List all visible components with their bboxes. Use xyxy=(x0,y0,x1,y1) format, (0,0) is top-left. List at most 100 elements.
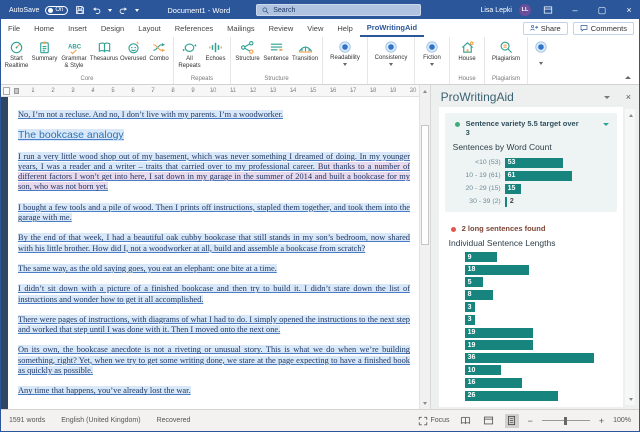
tab-insert[interactable]: Insert xyxy=(61,19,94,37)
quick-access-dropdown-icon[interactable] xyxy=(135,9,139,12)
panel-dropdown-icon[interactable] xyxy=(604,96,610,99)
zoom-in-button[interactable]: + xyxy=(599,416,604,426)
autosave-toggle[interactable]: On xyxy=(45,6,68,15)
grammar-style-button[interactable]: ABC Grammar & Style xyxy=(59,38,89,75)
tab-view[interactable]: View xyxy=(300,19,330,37)
sentence-length-bar-row[interactable]: 36 xyxy=(465,353,613,363)
tab-design[interactable]: Design xyxy=(94,19,131,37)
sentence-length-bar-row[interactable]: 19 xyxy=(465,340,613,350)
tab-selector-icon[interactable] xyxy=(3,87,10,95)
ruler[interactable]: 1234567891011121314151617181920 xyxy=(1,85,420,97)
sentence-button[interactable]: Sentence xyxy=(262,38,290,75)
addin-circle-icon xyxy=(534,40,548,54)
scroll-down-icon[interactable] xyxy=(420,398,430,408)
read-mode-icon[interactable] xyxy=(459,414,473,428)
document-scrollbar[interactable] xyxy=(419,85,430,409)
focus-button[interactable]: Focus xyxy=(418,416,450,426)
overused-button[interactable]: Overused xyxy=(119,38,147,75)
word-count-bar-row[interactable]: 10 - 19 (61)61 xyxy=(453,169,609,182)
sentence-length-bar-row[interactable]: 10 xyxy=(465,365,613,375)
tab-review[interactable]: Review xyxy=(262,19,301,37)
zoom-out-button[interactable]: − xyxy=(528,416,533,426)
avatar[interactable]: LL xyxy=(519,4,531,16)
ruler-numbers: 1234567891011121314151617181920 xyxy=(23,85,423,97)
share-button[interactable]: Share xyxy=(523,22,568,35)
tab-prowritingaid[interactable]: ProWritingAid xyxy=(360,19,424,37)
tab-help[interactable]: Help xyxy=(330,19,359,37)
document-page[interactable]: No, I’m not a recluse. And no, I don’t l… xyxy=(8,97,419,409)
sentence-length-bar-row[interactable]: 8 xyxy=(465,290,613,300)
sentence-length-bar-row[interactable]: 16 xyxy=(465,378,613,388)
house-button[interactable]: House xyxy=(452,38,482,75)
sentence-length-bar-row[interactable]: 3 xyxy=(465,315,613,325)
zoom-slider-thumb[interactable] xyxy=(564,417,567,425)
ribbon-display-options-icon[interactable] xyxy=(538,1,558,19)
bar: 53 xyxy=(505,158,563,168)
echoes-button[interactable]: Echoes xyxy=(203,38,228,75)
svg-text:ABC: ABC xyxy=(67,43,81,50)
group-label-repeats: Repeats xyxy=(176,75,228,84)
indent-marker[interactable] xyxy=(14,88,19,94)
more-addin-button[interactable] xyxy=(530,38,552,75)
panel-close-icon[interactable]: × xyxy=(626,92,631,102)
user-name[interactable]: Lisa Lepki xyxy=(480,7,512,14)
consistency-button[interactable]: Consistency xyxy=(370,38,412,75)
tab-file[interactable]: File xyxy=(1,19,27,37)
combo-button[interactable]: Combo xyxy=(147,38,171,75)
save-icon[interactable] xyxy=(74,5,85,16)
paragraph: I didn’t sit down with a picture of a fi… xyxy=(18,284,410,305)
sentence-length-bar-row[interactable]: 18 xyxy=(465,265,613,275)
tab-mailings[interactable]: Mailings xyxy=(220,19,262,37)
undo-dropdown-icon[interactable] xyxy=(108,9,112,12)
panel-scrollbar[interactable] xyxy=(625,109,635,405)
scrollbar-thumb[interactable] xyxy=(421,125,429,245)
card-dropdown-icon[interactable] xyxy=(603,123,609,126)
word-count-bar-row[interactable]: 20 - 29 (15)15 xyxy=(453,182,609,195)
scroll-up-icon[interactable] xyxy=(420,86,430,96)
plagiarism-label: Plagiarism xyxy=(492,56,520,63)
sentence-lengths-section: 2 long sentences found Individual Senten… xyxy=(443,222,619,401)
start-realtime-button[interactable]: Start Realtime xyxy=(3,38,30,75)
search-box[interactable]: Search xyxy=(256,4,421,16)
sentence-length-bar-row[interactable]: 26 xyxy=(465,391,613,401)
bar: 15 xyxy=(505,184,522,194)
tab-references[interactable]: References xyxy=(168,19,220,37)
web-layout-icon[interactable] xyxy=(482,414,496,428)
transition-button[interactable]: Transition xyxy=(290,38,320,75)
document-body[interactable]: No, I’m not a recluse. And no, I don’t l… xyxy=(18,110,410,397)
minimize-button[interactable]: – xyxy=(565,1,585,19)
group-label-readability xyxy=(325,75,365,84)
thesaurus-button[interactable]: Thesaurus xyxy=(89,38,119,75)
start-realtime-label: Start Realtime xyxy=(5,56,29,69)
tab-home[interactable]: Home xyxy=(27,19,61,37)
word-count-bar-row[interactable]: <10 (53)53 xyxy=(453,156,609,169)
word-count-bar-row[interactable]: 30 - 39 (2)2 xyxy=(453,195,609,208)
collapse-ribbon-icon[interactable] xyxy=(625,76,631,79)
zoom-level[interactable]: 100% xyxy=(613,417,631,424)
plagiarism-button[interactable]: Plagiarism xyxy=(487,38,525,75)
structure-button[interactable]: Structure xyxy=(233,38,262,75)
zoom-slider[interactable] xyxy=(542,420,590,421)
print-layout-icon[interactable] xyxy=(505,414,519,428)
language-status[interactable]: English (United Kingdom) xyxy=(61,417,140,424)
bar: 8 xyxy=(465,290,494,300)
sentence-length-bar-row[interactable]: 19 xyxy=(465,328,613,338)
recovered-status[interactable]: Recovered xyxy=(157,417,191,424)
share-icon xyxy=(530,24,538,32)
close-button[interactable]: × xyxy=(619,1,639,19)
redo-icon[interactable] xyxy=(118,5,129,16)
word-count[interactable]: 1591 words xyxy=(9,417,45,424)
sentence-length-bar-row[interactable]: 9 xyxy=(465,252,613,262)
panel-scroll-up-icon[interactable] xyxy=(626,110,636,120)
summary-button[interactable]: Summary xyxy=(30,38,59,75)
readability-button[interactable]: Readability xyxy=(325,38,365,75)
sentence-length-bar-row[interactable]: 3 xyxy=(465,302,613,312)
sentence-length-bar-row[interactable]: 5 xyxy=(465,277,613,287)
tab-layout[interactable]: Layout xyxy=(131,19,168,37)
panel-scroll-down-icon[interactable] xyxy=(626,394,636,404)
comments-button[interactable]: Comments xyxy=(573,22,634,35)
fiction-button[interactable]: Fiction xyxy=(417,38,447,75)
undo-icon[interactable] xyxy=(91,5,102,16)
maximize-button[interactable]: ▢ xyxy=(592,1,612,19)
all-repeats-button[interactable]: All Repeats xyxy=(176,38,203,75)
